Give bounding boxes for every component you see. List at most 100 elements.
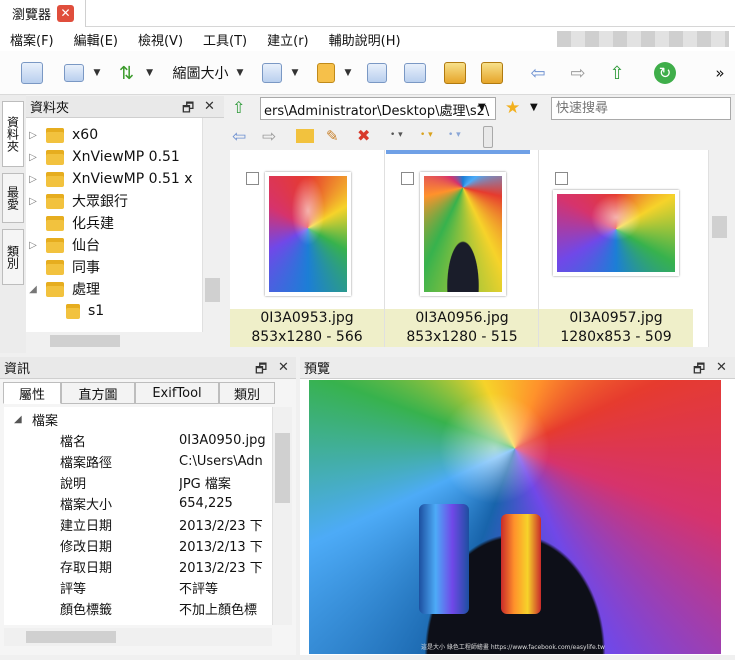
close-icon[interactable]: ✕ <box>278 360 289 375</box>
favorites-star-button[interactable]: ★ <box>505 98 520 118</box>
more-icon: » <box>715 64 725 82</box>
tree-item[interactable]: ▷ 仙台 <box>26 234 100 256</box>
expand-icon[interactable]: ▷ <box>26 240 40 251</box>
thumbnail-item[interactable]: 0I3A0956.jpg 853x1280 - 515 <box>384 150 539 347</box>
collapse-icon[interactable]: ◢ <box>26 284 40 295</box>
capture-button[interactable] <box>400 60 430 86</box>
filter-button[interactable]: ▼ <box>257 60 303 86</box>
bookmark-button[interactable]: ▼ <box>311 60 357 86</box>
thumbnail-scrollbar[interactable] <box>708 150 730 347</box>
scroll-thumb[interactable] <box>50 335 120 347</box>
fullscreen-button[interactable] <box>18 60 46 86</box>
property-group[interactable]: ◢ 檔案 <box>4 409 272 430</box>
menu-edit[interactable]: 編輯(E) <box>64 30 128 49</box>
tab-histogram[interactable]: 直方圖 <box>61 382 135 404</box>
grid-icon <box>63 64 84 82</box>
tree-item[interactable]: ◢ 處理 <box>26 278 100 300</box>
property-value: 0I3A0950.jpg <box>179 433 266 448</box>
thumbnail-grid: 0I3A0953.jpg 853x1280 - 566 0I3A0956.jpg 8… <box>230 150 730 347</box>
scroll-thumb[interactable] <box>205 278 220 302</box>
tree-hscrollbar[interactable] <box>26 332 222 350</box>
folder-icon <box>46 193 64 209</box>
select-checkbox[interactable] <box>246 172 259 185</box>
export-button[interactable] <box>477 60 507 86</box>
tree-item[interactable]: ▷ XnViewMP 0.51 <box>26 146 180 168</box>
tree-scrollbar[interactable] <box>202 118 222 332</box>
menu-tools[interactable]: 工具(T) <box>193 30 257 49</box>
address-input[interactable]: ers\Administrator\Desktop\處理\s2\ <box>260 97 496 120</box>
label-filter-button[interactable]: • ▾ <box>420 130 433 140</box>
thumbnail-caption: 0I3A0953.jpg 853x1280 - 566 <box>230 309 384 347</box>
forward-button[interactable]: ⇨ <box>565 60 591 86</box>
chevron-down-icon: ▼ <box>236 68 244 78</box>
up-folder-button[interactable]: ⇧ <box>232 98 252 118</box>
select-checkbox[interactable] <box>555 172 568 185</box>
blurred-area <box>557 31 729 47</box>
zoom-slider[interactable] <box>483 126 493 148</box>
thumbnail-item[interactable]: 0I3A0957.jpg 1280x853 - 509 <box>538 150 693 347</box>
refresh-button[interactable]: ↻ <box>650 60 680 86</box>
expand-icon[interactable]: ▷ <box>26 196 40 207</box>
side-tab-folders[interactable]: 資料夾 <box>2 101 24 167</box>
tree-item[interactable]: 同事 <box>26 256 100 278</box>
tree-item[interactable]: ▷ x60 <box>26 124 98 146</box>
close-icon[interactable]: ✕ <box>204 99 215 114</box>
menu-help[interactable]: 輔助說明(H) <box>319 30 411 49</box>
tab-browser[interactable]: 瀏覽器 ✕ <box>0 0 86 27</box>
view-mode-button[interactable]: ▼ <box>56 60 108 86</box>
float-icon[interactable]: 🗗 <box>255 360 267 382</box>
back-button[interactable]: ⇦ <box>232 127 246 147</box>
toolbar-more-button[interactable]: » <box>710 60 730 86</box>
select-checkbox[interactable] <box>401 172 414 185</box>
up-button[interactable]: ⇧ <box>604 60 630 86</box>
tree-item[interactable]: ▷ 大眾銀行 <box>26 190 128 212</box>
arrow-up-icon: ⇧ <box>609 62 625 84</box>
pencil-icon: ✎ <box>326 127 339 145</box>
preview-image[interactable]: 這是大小 綠色工程師繪畫 https://www.facebook.com/ea… <box>309 380 721 654</box>
menu-view[interactable]: 檢視(V) <box>128 30 193 49</box>
expand-icon[interactable]: ▷ <box>26 152 40 163</box>
delete-button[interactable]: ✖ <box>357 126 370 145</box>
side-tab-favorites[interactable]: 最愛 <box>2 173 24 223</box>
preview-pillar <box>501 514 541 614</box>
properties-hscrollbar[interactable] <box>4 628 272 646</box>
collapse-icon[interactable]: ◢ <box>14 414 22 425</box>
side-tab-categories[interactable]: 類別 <box>2 229 24 285</box>
expand-icon[interactable]: ▷ <box>26 130 40 141</box>
chevron-down-icon[interactable]: ▼ <box>478 102 486 113</box>
forward-button[interactable]: ⇨ <box>262 127 276 147</box>
tree-item[interactable]: ▷ XnViewMP 0.51 x <box>26 168 206 190</box>
menu-create[interactable]: 建立(r) <box>257 30 319 49</box>
new-folder-icon[interactable] <box>296 129 314 143</box>
arrow-left-icon: ⇦ <box>232 127 247 147</box>
type-filter-button[interactable]: • ▾ <box>448 130 461 140</box>
tab-properties[interactable]: 屬性 <box>3 382 61 404</box>
chevron-down-icon[interactable]: ▼ <box>530 102 538 113</box>
expand-icon[interactable]: ▷ <box>26 174 40 185</box>
property-key: 存取日期 <box>60 561 113 576</box>
rating-filter-button[interactable]: • ▾ <box>390 130 403 140</box>
close-icon[interactable]: ✕ <box>716 360 727 375</box>
back-button[interactable]: ⇦ <box>525 60 551 86</box>
camera-icon <box>404 63 426 83</box>
scroll-thumb[interactable] <box>275 433 290 503</box>
scroll-thumb[interactable] <box>26 631 116 643</box>
tab-exiftool[interactable]: ExifTool <box>135 382 219 404</box>
float-icon[interactable]: 🗗 <box>693 360 705 382</box>
sort-button[interactable]: ⇅ ▼ <box>112 60 160 86</box>
property-key: 檔名 <box>60 435 87 450</box>
quick-search-input[interactable] <box>551 97 731 120</box>
scroll-thumb[interactable] <box>712 216 727 238</box>
properties-scrollbar[interactable] <box>272 407 292 625</box>
close-icon[interactable]: ✕ <box>57 5 75 22</box>
rename-button[interactable]: ✎ <box>326 127 339 145</box>
tab-categories[interactable]: 類別 <box>219 382 275 404</box>
thumbsize-button[interactable]: 縮圖大小 ▼ <box>163 60 253 86</box>
menu-file[interactable]: 檔案(F) <box>0 30 64 49</box>
tree-item-label: 化兵建 <box>72 216 114 232</box>
tree-button[interactable] <box>362 60 392 86</box>
tree-item[interactable]: 化兵建 <box>26 212 114 234</box>
tree-item[interactable]: s1 <box>60 300 104 322</box>
thumbnail-item[interactable]: 0I3A0953.jpg 853x1280 - 566 <box>230 150 384 347</box>
import-button[interactable] <box>440 60 470 86</box>
